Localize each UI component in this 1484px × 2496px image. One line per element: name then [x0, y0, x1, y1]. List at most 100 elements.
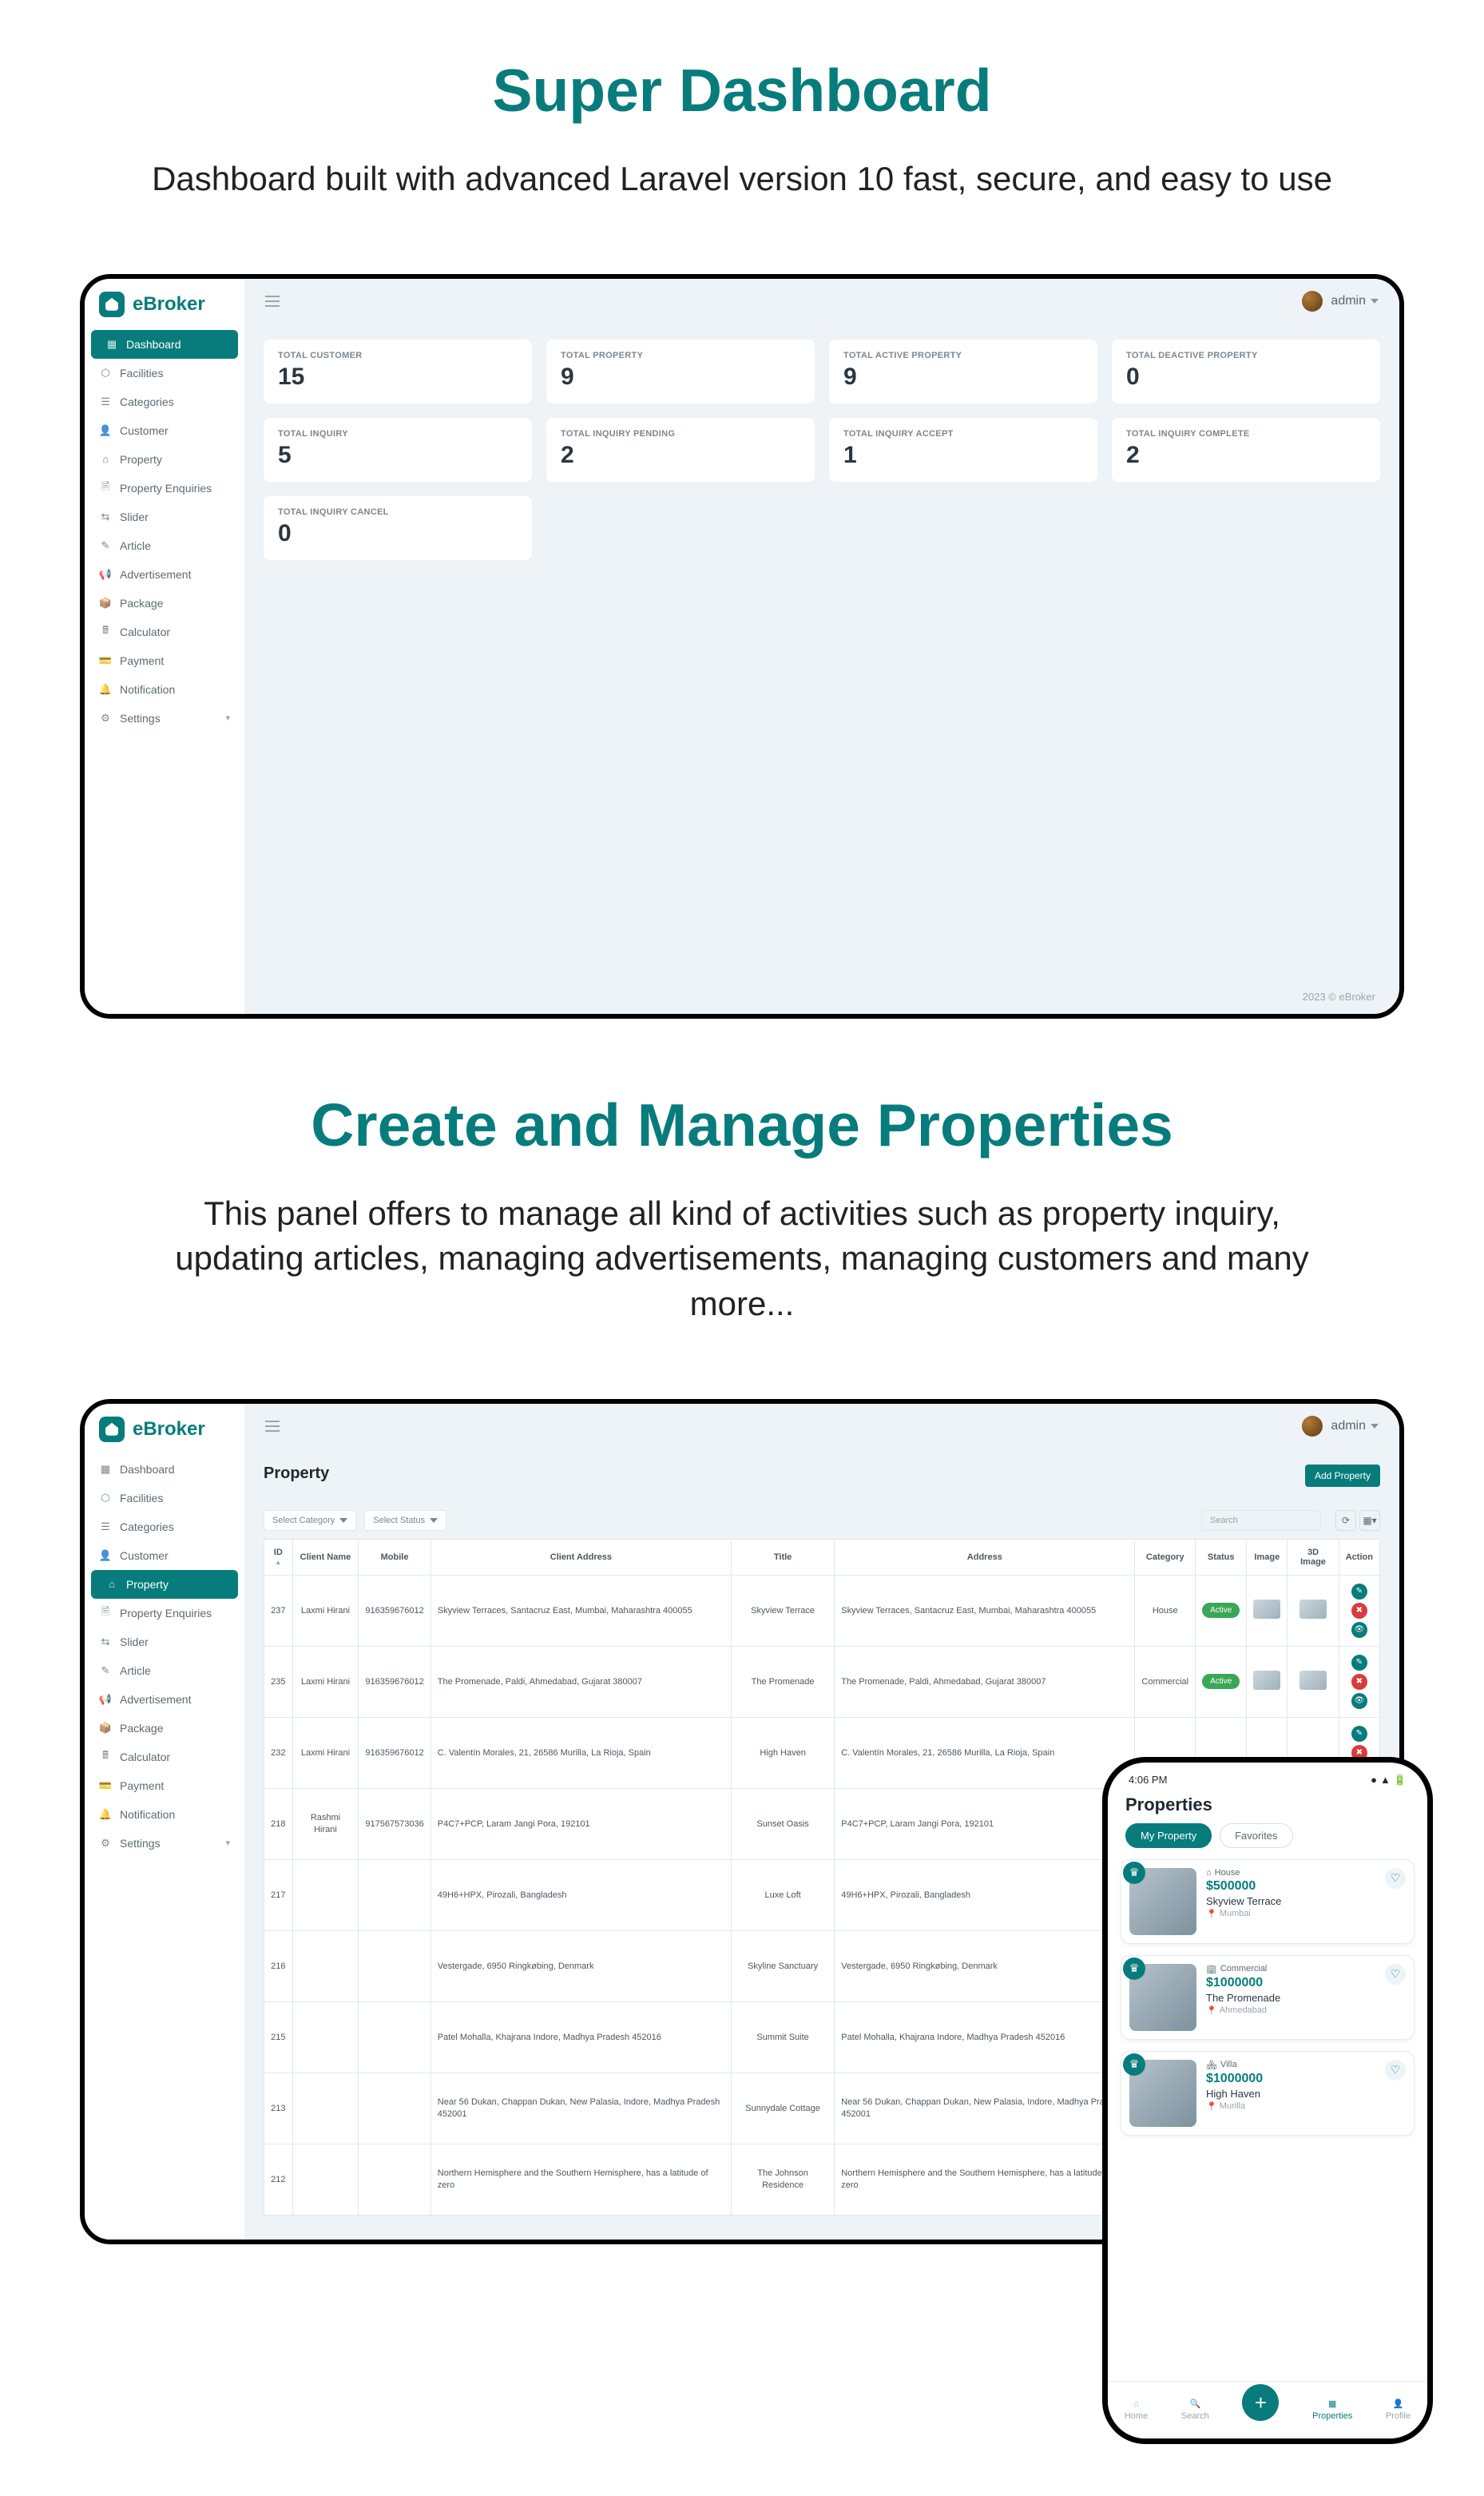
fab-add-button[interactable]: + — [1242, 2384, 1279, 2421]
col-header[interactable]: Category — [1135, 1539, 1196, 1575]
edit-icon[interactable]: ✎ — [1351, 1726, 1367, 1742]
add-property-button[interactable]: Add Property — [1305, 1465, 1380, 1487]
nav-icon: 👤 — [99, 1549, 112, 1562]
nav-icon: ▦ — [105, 338, 118, 351]
sidebar-item-advertisement[interactable]: 📢Advertisement — [85, 560, 244, 589]
tabbar-item-properties[interactable]: ▦Properties — [1312, 2399, 1352, 2421]
col-header[interactable]: Status — [1196, 1539, 1247, 1575]
col-header[interactable]: Address — [835, 1539, 1135, 1575]
sidebar-item-slider[interactable]: ⇆Slider — [85, 503, 244, 531]
tabbar-item-search[interactable]: 🔍Search — [1181, 2399, 1209, 2421]
delete-icon[interactable]: ✖ — [1351, 1674, 1367, 1690]
sidebar-item-property-enquiries[interactable]: 🗎Property Enquiries — [85, 474, 244, 503]
cell-id: 216 — [264, 1930, 293, 2001]
edit-icon[interactable]: ✎ — [1351, 1584, 1367, 1600]
col-header[interactable]: Client Address — [431, 1539, 731, 1575]
property-thumb — [1253, 1671, 1280, 1690]
stat-label: TOTAL CUSTOMER — [278, 351, 518, 360]
cell-client: Rashmi Hirani — [292, 1788, 359, 1859]
sidebar-item-label: Customer — [120, 424, 169, 437]
sidebar-item-customer[interactable]: 👤Customer — [85, 1541, 244, 1570]
heart-icon[interactable]: ♡ — [1385, 2060, 1406, 2081]
sidebar-item-dashboard[interactable]: ▦Dashboard — [91, 330, 238, 359]
sidebar-item-article[interactable]: ✎Article — [85, 1656, 244, 1685]
cell-title: Summit Suite — [731, 2001, 834, 2073]
sidebar-item-categories[interactable]: ☰Categories — [85, 388, 244, 416]
sidebar-item-label: Facilities — [120, 1492, 163, 1504]
col-header[interactable]: Action — [1339, 1539, 1379, 1575]
sidebar-item-package[interactable]: 📦Package — [85, 589, 244, 618]
tab-label: Search — [1181, 2411, 1209, 2421]
sidebar-item-categories[interactable]: ☰ Categories — [85, 1512, 244, 1541]
cell-address: Vestergade, 6950 Ringkøbing, Denmark — [835, 1930, 1135, 2001]
phone-property-card[interactable]: ♛ 🏘 Villa $1000000 High Haven 📍Murilla ♡ — [1121, 2051, 1415, 2136]
edit-icon[interactable]: ✎ — [1351, 1655, 1367, 1671]
search-input[interactable]: Search — [1201, 1510, 1321, 1531]
columns-icon[interactable]: ▦▾ — [1359, 1510, 1380, 1531]
view-icon[interactable]: 👁 — [1351, 1622, 1367, 1638]
pin-icon: 📍 — [1206, 2005, 1217, 2016]
cell-client: Laxmi Hirani — [292, 1717, 359, 1788]
sidebar-item-payment[interactable]: 💳Payment — [85, 646, 244, 675]
phone-property-card[interactable]: ♛ ⌂ House $500000 Skyview Terrace 📍Mumba… — [1121, 1859, 1415, 1944]
avatar[interactable] — [1302, 291, 1323, 312]
sidebar-item-article[interactable]: ✎Article — [85, 531, 244, 560]
status-filter[interactable]: Select Status — [364, 1510, 446, 1531]
sidebar-item-notification[interactable]: 🔔Notification — [85, 1800, 244, 1829]
brand[interactable]: eBroker — [85, 1417, 244, 1455]
sidebar-item-label: Article — [120, 539, 151, 552]
view-icon[interactable]: 👁 — [1351, 1693, 1367, 1709]
category-filter[interactable]: Select Category — [264, 1510, 356, 1531]
sidebar-item-label: Categories — [120, 1520, 174, 1533]
col-header[interactable]: Title — [731, 1539, 834, 1575]
brand[interactable]: eBroker — [85, 292, 244, 330]
sidebar-item-customer[interactable]: 👤Customer — [85, 416, 244, 445]
sidebar-item-label: Article — [120, 1664, 151, 1677]
sidebar-item-advertisement[interactable]: 📢Advertisement — [85, 1685, 244, 1714]
heart-icon[interactable]: ♡ — [1385, 1964, 1406, 1985]
sidebar-item-dashboard[interactable]: ▦Dashboard — [85, 1455, 244, 1484]
col-header[interactable]: Image — [1247, 1539, 1288, 1575]
col-header[interactable]: Client Name — [292, 1539, 359, 1575]
cell-image — [1247, 1646, 1288, 1717]
cell-title: High Haven — [731, 1717, 834, 1788]
sidebar-item-slider[interactable]: ⇆Slider — [85, 1628, 244, 1656]
user-name[interactable]: admin — [1331, 294, 1366, 308]
menu-icon[interactable] — [265, 296, 280, 307]
tabbar-item-profile[interactable]: 👤Profile — [1386, 2399, 1411, 2421]
cell-mobile — [359, 1930, 431, 2001]
refresh-icon[interactable]: ⟳ — [1335, 1510, 1356, 1531]
stat-label: TOTAL INQUIRY ACCEPT — [843, 429, 1083, 439]
tab-favorites[interactable]: Favorites — [1220, 1823, 1292, 1848]
chevron-down-icon[interactable] — [1371, 299, 1379, 304]
cell-title: Sunset Oasis — [731, 1788, 834, 1859]
sidebar-item-notification[interactable]: 🔔Notification — [85, 675, 244, 704]
tabbar-item-home[interactable]: ⌂Home — [1125, 2399, 1148, 2421]
col-header[interactable]: 3D Image — [1288, 1539, 1339, 1575]
col-header[interactable]: ID ▴ — [264, 1539, 293, 1575]
phone-property-card[interactable]: ♛ 🏢 Commercial $1000000 The Promenade 📍A… — [1121, 1955, 1415, 2040]
cell-3dimage — [1288, 1646, 1339, 1717]
cell-address: Northern Hemisphere and the Southern Hem… — [835, 2144, 1135, 2215]
sidebar-item-property[interactable]: ⌂Property — [91, 1570, 238, 1599]
brand-name: eBroker — [133, 1418, 205, 1441]
sidebar-item-package[interactable]: 📦Package — [85, 1714, 244, 1743]
sidebar-item-calculator[interactable]: 🖩Calculator — [85, 618, 244, 646]
sidebar-item-payment[interactable]: 💳Payment — [85, 1771, 244, 1800]
tab-label: Home — [1125, 2411, 1148, 2421]
sidebar-item-calculator[interactable]: 🖩Calculator — [85, 1743, 244, 1771]
sidebar-item-property[interactable]: ⌂Property — [85, 445, 244, 474]
cell-address: The Promenade, Paldi, Ahmedabad, Gujarat… — [835, 1646, 1135, 1717]
heart-icon[interactable]: ♡ — [1385, 1868, 1406, 1889]
property-thumb — [1253, 1600, 1280, 1619]
sidebar-item-facilities[interactable]: ⬡Facilities — [85, 1484, 244, 1512]
col-header[interactable]: Mobile — [359, 1539, 431, 1575]
sidebar-item-settings[interactable]: ⚙Settings▾ — [85, 704, 244, 733]
nav-icon: ☰ — [99, 1520, 112, 1533]
property-name: High Haven — [1206, 2088, 1406, 2100]
tab-my-property[interactable]: My Property — [1125, 1823, 1212, 1848]
delete-icon[interactable]: ✖ — [1351, 1603, 1367, 1619]
sidebar-item-property-enquiries[interactable]: 🗎Property Enquiries — [85, 1599, 244, 1628]
sidebar-item-settings[interactable]: ⚙Settings▾ — [85, 1829, 244, 1858]
sidebar-item-facilities[interactable]: ⬡Facilities — [85, 359, 244, 388]
